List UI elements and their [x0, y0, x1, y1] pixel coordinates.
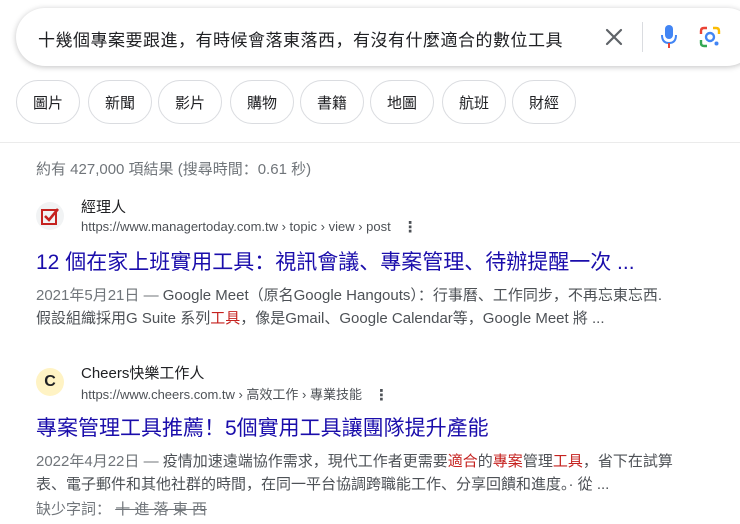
chip-books[interactable]: 書籍: [300, 80, 364, 124]
snippet-text: Google Meet（原名Google Hangouts）：行事曆、工作同步，…: [162, 287, 663, 304]
search-result: 經理人 https://www.managertoday.com.tw › to…: [36, 196, 736, 330]
chip-maps[interactable]: 地圖: [370, 80, 434, 124]
site-url-row: https://www.managertoday.com.tw › topic …: [81, 218, 418, 236]
snippet-highlight: 專案: [492, 453, 523, 470]
snippet-text: 假設組織採用G Suite 系列: [36, 310, 211, 327]
search-result: C Cheers快樂工作人 https://www.cheers.com.tw …: [36, 362, 736, 519]
cheers-logo-icon: C: [44, 373, 56, 390]
missing-label: 缺少字詞：: [36, 501, 112, 518]
more-options-icon[interactable]: ⋮: [374, 386, 389, 404]
mic-icon: [661, 25, 677, 48]
snippet-highlight: 工具: [210, 310, 241, 327]
snippet-text: 的: [477, 453, 493, 470]
chip-news[interactable]: 新聞: [88, 80, 152, 124]
missing-words: 十 進 落 東 西: [115, 501, 207, 518]
header-divider: [0, 142, 740, 143]
voice-search-button[interactable]: [656, 23, 682, 51]
favicon: C: [36, 368, 64, 396]
favicon: [36, 202, 64, 230]
checkbox-logo-icon: [41, 208, 60, 225]
site-url: https://www.cheers.com.tw › 高效工作 › 專業技能: [81, 387, 362, 402]
close-icon: [605, 28, 623, 46]
lens-search-button[interactable]: [696, 23, 724, 51]
search-divider: [642, 22, 643, 52]
chip-videos[interactable]: 影片: [158, 80, 222, 124]
chip-shopping[interactable]: 購物: [230, 80, 294, 124]
snippet-text: 表、電子郵件和其他社群的時間，在同一平台協調跨職能工作、分享回饋和進度。· 從 …: [36, 476, 610, 493]
site-name: 經理人: [81, 199, 127, 216]
snippet-text: ，像是Gmail、Google Calendar等，Google Meet 將 …: [240, 310, 605, 327]
result-date: 2021年5月21日 —: [36, 287, 159, 304]
chip-finance[interactable]: 財經: [512, 80, 576, 124]
result-title[interactable]: 12 個在家上班實用工具：視訊會議、專案管理、待辦提醒一次 ...: [36, 246, 736, 276]
more-options-icon[interactable]: ⋮: [403, 218, 418, 236]
missing-terms: 缺少字詞： 十 進 落 東 西: [36, 498, 736, 519]
chip-images[interactable]: 圖片: [16, 80, 80, 124]
site-name: Cheers快樂工作人: [81, 365, 205, 382]
snippet-highlight: 適合: [447, 453, 478, 470]
snippet-text: 管理: [522, 453, 553, 470]
result-source[interactable]: C Cheers快樂工作人 https://www.cheers.com.tw …: [36, 362, 736, 406]
result-title[interactable]: 專案管理工具推薦！5個實用工具讓團隊提升產能: [36, 412, 736, 442]
chip-flights[interactable]: 航班: [442, 80, 506, 124]
snippet-text: ，省下在試算: [582, 453, 673, 470]
lens-icon: [699, 26, 721, 48]
snippet-highlight: 工具: [552, 453, 583, 470]
search-bar[interactable]: 十幾個專案要跟進，有時候會落東落西，有沒有什麼適合的數位工具: [16, 8, 740, 66]
result-snippet: 2022年4月22日 — 疫情加速遠端協作需求，現代工作者更需要適合的專案管理工…: [36, 450, 736, 496]
result-stats: 約有 427,000 項結果 (搜尋時間：0.61 秒): [36, 161, 312, 178]
result-date: 2022年4月22日 —: [36, 453, 159, 470]
snippet-text: 疫情加速遠端協作需求，現代工作者更需要: [162, 453, 448, 470]
site-url: https://www.managertoday.com.tw › topic …: [81, 219, 391, 234]
site-url-row: https://www.cheers.com.tw › 高效工作 › 專業技能 ⋮: [81, 384, 389, 404]
search-query[interactable]: 十幾個專案要跟進，有時候會落東落西，有沒有什麼適合的數位工具: [38, 26, 563, 51]
result-source[interactable]: 經理人 https://www.managertoday.com.tw › to…: [36, 196, 736, 240]
result-snippet: 2021年5月21日 — Google Meet（原名Google Hangou…: [36, 284, 736, 330]
clear-button[interactable]: [600, 23, 628, 51]
